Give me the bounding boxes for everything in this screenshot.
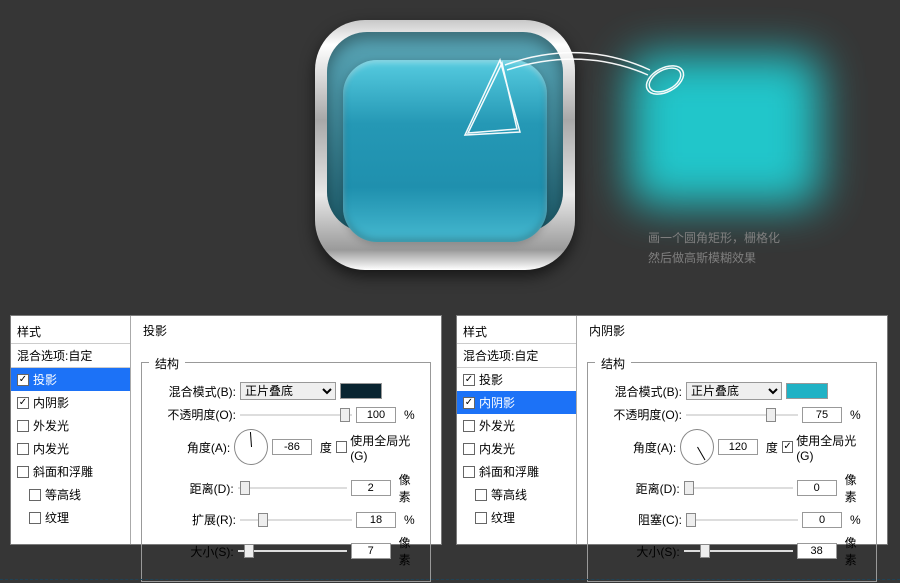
style-bevel[interactable]: 斜面和浮雕: [11, 460, 130, 483]
opacity-input[interactable]: [356, 407, 396, 423]
style-contour[interactable]: 等高线: [457, 483, 576, 506]
distance-slider[interactable]: [684, 482, 793, 494]
size-input[interactable]: [797, 543, 837, 559]
blending-options[interactable]: 混合选项:自定: [457, 343, 576, 368]
color-swatch[interactable]: [340, 383, 382, 399]
styles-header: 样式: [11, 320, 130, 343]
angle-dial[interactable]: [234, 429, 268, 465]
style-bevel[interactable]: 斜面和浮雕: [457, 460, 576, 483]
opacity-slider[interactable]: [686, 409, 798, 421]
size-input[interactable]: [351, 543, 391, 559]
size-slider[interactable]: [684, 545, 793, 557]
style-innerglow[interactable]: 内发光: [457, 437, 576, 460]
blend-mode-select[interactable]: 正片叠底: [240, 382, 336, 400]
style-list: 样式 混合选项:自定 投影 内阴影 外发光 内发光 斜面和浮雕 等高线 纹理: [11, 316, 131, 544]
style-list: 样式 混合选项:自定 投影 内阴影 外发光 内发光 斜面和浮雕 等高线 纹理: [457, 316, 577, 544]
angle-input[interactable]: [718, 439, 758, 455]
style-dropshadow[interactable]: 投影: [11, 368, 130, 391]
color-swatch[interactable]: [786, 383, 828, 399]
distance-slider[interactable]: [238, 482, 347, 494]
style-innerglow[interactable]: 内发光: [11, 437, 130, 460]
section-title: 内阴影: [587, 322, 877, 345]
style-dropshadow[interactable]: 投影: [457, 368, 576, 391]
opacity-slider[interactable]: [240, 409, 352, 421]
layer-style-dialog-1: 样式 混合选项:自定 投影 内阴影 外发光 内发光 斜面和浮雕 等高线 纹理 投…: [10, 315, 442, 545]
style-innershadow[interactable]: 内阴影: [11, 391, 130, 414]
angle-dial[interactable]: [680, 429, 714, 465]
angle-input[interactable]: [272, 439, 312, 455]
style-outerglow[interactable]: 外发光: [457, 414, 576, 437]
spread-input[interactable]: [356, 512, 396, 528]
arrow-scribble: [460, 40, 710, 170]
choke-slider[interactable]: [686, 514, 798, 526]
blend-mode-select[interactable]: 正片叠底: [686, 382, 782, 400]
global-light-checkbox[interactable]: [782, 441, 793, 453]
choke-input[interactable]: [802, 512, 842, 528]
distance-input[interactable]: [351, 480, 391, 496]
global-light-checkbox[interactable]: [336, 441, 347, 453]
distance-input[interactable]: [797, 480, 837, 496]
style-texture[interactable]: 纹理: [457, 506, 576, 529]
style-texture[interactable]: 纹理: [11, 506, 130, 529]
style-contour[interactable]: 等高线: [11, 483, 130, 506]
spread-slider[interactable]: [240, 514, 352, 526]
style-outerglow[interactable]: 外发光: [11, 414, 130, 437]
section-title: 投影: [141, 322, 431, 345]
size-slider[interactable]: [238, 545, 347, 557]
layer-style-dialog-2: 样式 混合选项:自定 投影 内阴影 外发光 内发光 斜面和浮雕 等高线 纹理 内…: [456, 315, 888, 545]
blending-options[interactable]: 混合选项:自定: [11, 343, 130, 368]
divider: [0, 579, 900, 580]
opacity-input[interactable]: [802, 407, 842, 423]
instructions: 画一个圆角矩形，栅格化 然后做高斯模糊效果: [648, 228, 780, 268]
style-innershadow[interactable]: 内阴影: [457, 391, 576, 414]
structure-label: 结构: [149, 355, 185, 372]
